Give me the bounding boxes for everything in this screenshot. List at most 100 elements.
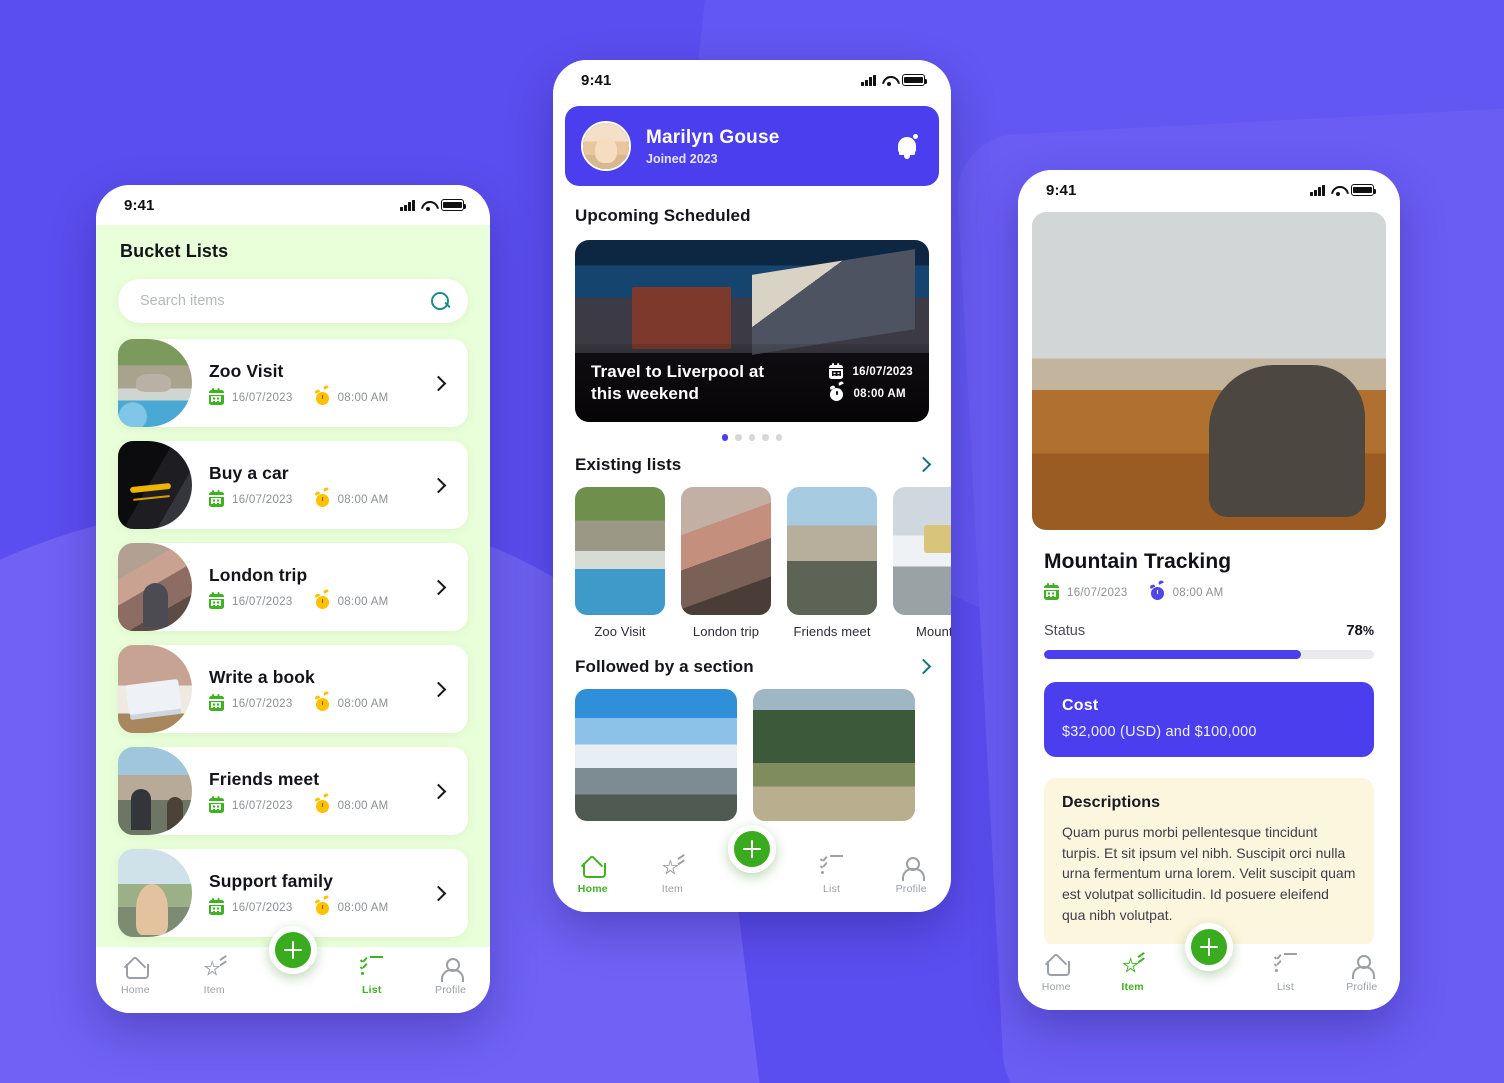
status-bar-icons <box>1310 184 1377 196</box>
list-item[interactable]: Zoo Visit 16/07/2023 08:00 AM <box>118 339 468 427</box>
tab-label: Profile <box>1346 981 1378 993</box>
tab-profile[interactable]: Profile <box>1324 953 1400 993</box>
profile-header-card[interactable]: Marilyn Gouse Joined 2023 <box>565 106 939 186</box>
followed-section-header: Followed by a section <box>553 657 951 677</box>
avatar[interactable] <box>581 121 631 171</box>
carousel-dot[interactable] <box>721 434 729 441</box>
detail-meta: 16/07/2023 08:00 AM <box>1018 574 1400 600</box>
profile-icon <box>900 855 925 881</box>
carousel-dot[interactable] <box>762 434 769 441</box>
alarm-icon <box>314 389 330 405</box>
status-bar-time: 9:41 <box>1046 181 1077 199</box>
tab-item[interactable]: Item <box>633 853 713 895</box>
star-icon <box>1121 951 1145 976</box>
followed-carousel[interactable] <box>553 677 951 821</box>
list-item[interactable]: Zoo Visit <box>575 486 665 639</box>
wifi-icon <box>421 200 435 211</box>
chevron-right-icon[interactable] <box>430 579 447 595</box>
existing-lists-carousel[interactable]: Zoo Visit London trip Friends meet Mount… <box>553 475 951 639</box>
cost-card: Cost $32,000 (USD) and $100,000 <box>1044 682 1374 757</box>
list-item[interactable]: Friends meet <box>787 486 877 639</box>
list-item[interactable]: London trip 16/07/2023 08:00 AM <box>118 543 468 631</box>
add-button[interactable] <box>728 825 776 873</box>
list-item[interactable]: Friends meet 16/07/2023 08:00 AM <box>118 747 468 835</box>
carousel-dot[interactable] <box>748 434 756 441</box>
list-item-time: 08:00 AM <box>337 493 389 506</box>
tab-label: List <box>823 883 841 895</box>
status-bar: 9:41 <box>1018 170 1400 210</box>
list-item[interactable]: Write a book 16/07/2023 08:00 AM <box>118 645 468 733</box>
search-icon[interactable] <box>431 291 450 311</box>
tab-list[interactable]: List <box>792 855 872 895</box>
wifi-icon <box>1331 185 1345 196</box>
add-button[interactable] <box>1185 923 1233 971</box>
checklist-icon <box>1274 953 1297 976</box>
tab-item[interactable]: Item <box>1094 951 1170 993</box>
tab-home[interactable]: Home <box>1018 953 1094 993</box>
carousel-dot[interactable] <box>735 434 742 441</box>
list-item-title: London trip <box>209 565 308 585</box>
tab-home[interactable]: Home <box>96 956 175 996</box>
tab-profile[interactable]: Profile <box>411 956 490 996</box>
home-icon <box>1045 953 1070 976</box>
section-title: Existing lists <box>575 454 682 474</box>
star-icon <box>203 954 227 979</box>
tab-home[interactable]: Home <box>553 855 633 895</box>
phone-bucket-lists: 9:41 Bucket Lists Zoo Visit 16/07/2023 <box>96 185 490 1013</box>
status-label: Status <box>1044 622 1086 639</box>
list-item-text: Buy a car 16/07/2023 08:00 AM <box>192 463 433 507</box>
followed-card[interactable] <box>753 688 915 821</box>
status-bar-icons <box>861 74 928 86</box>
cellular-signal-icon <box>400 199 415 211</box>
search-input[interactable] <box>140 293 431 309</box>
list-item-time: 08:00 AM <box>337 799 389 812</box>
list-item-date: 16/07/2023 <box>232 697 293 710</box>
home-content: Marilyn Gouse Joined 2023 Upcoming Sched… <box>553 100 951 912</box>
tab-item[interactable]: Item <box>175 954 254 996</box>
tab-list[interactable]: List <box>332 956 411 996</box>
detail-content: Mountain Tracking 16/07/2023 08:00 AM St… <box>1018 210 1400 1010</box>
chevron-right-icon[interactable] <box>430 477 447 493</box>
chevron-right-icon[interactable] <box>915 658 932 675</box>
phone-home: 9:41 Marilyn Gouse Joined 2023 Upcoming … <box>553 60 951 912</box>
notification-bell-icon[interactable] <box>895 133 919 159</box>
cellular-signal-icon <box>1310 184 1325 196</box>
list-item-label: Friends meet <box>793 623 871 639</box>
upcoming-card-time-row: 08:00 AM <box>829 385 913 401</box>
add-button[interactable] <box>269 926 317 974</box>
detail-date: 16/07/2023 <box>1067 586 1128 599</box>
tab-label: Home <box>120 984 150 996</box>
list-item[interactable]: Buy a car 16/07/2023 08:00 AM <box>118 441 468 529</box>
section-title: Followed by a section <box>575 656 754 676</box>
chevron-right-icon[interactable] <box>430 885 447 901</box>
tab-profile[interactable]: Profile <box>871 855 951 895</box>
list-item-thumbnail <box>893 486 951 615</box>
chevron-right-icon[interactable] <box>430 681 447 697</box>
list-item-time: 08:00 AM <box>337 901 389 914</box>
list-item[interactable]: London trip <box>681 486 771 639</box>
carousel-dot[interactable] <box>775 434 783 441</box>
chevron-right-icon[interactable] <box>430 375 447 391</box>
list-item[interactable]: Mounta <box>893 486 951 639</box>
tab-list[interactable]: List <box>1247 953 1323 993</box>
list-item-text: London trip 16/07/2023 08:00 AM <box>192 565 433 609</box>
existing-lists-header: Existing lists <box>553 455 951 475</box>
calendar-icon <box>209 897 224 915</box>
followed-card[interactable] <box>575 688 737 821</box>
profile-icon <box>1350 953 1376 979</box>
chevron-right-icon[interactable] <box>915 456 932 473</box>
status-bar-time: 9:41 <box>124 196 155 214</box>
list-item-thumbnail <box>118 747 192 835</box>
list-item-thumbnail <box>118 849 192 937</box>
upcoming-card[interactable]: Travel to Liverpool at this weekend 16/0… <box>575 240 929 422</box>
list-item[interactable]: Support family 16/07/2023 08:00 AM <box>118 849 468 937</box>
cellular-signal-icon <box>861 74 876 86</box>
home-icon <box>124 956 149 979</box>
chevron-right-icon[interactable] <box>430 783 447 799</box>
search-bar[interactable] <box>118 279 468 323</box>
list-item-title: Write a book <box>209 667 315 687</box>
upcoming-card-meta: 16/07/2023 08:00 AM <box>829 362 913 401</box>
calendar-icon <box>1044 582 1059 600</box>
section-title: Upcoming Scheduled <box>575 206 751 225</box>
list-item-title: Zoo Visit <box>209 361 284 381</box>
